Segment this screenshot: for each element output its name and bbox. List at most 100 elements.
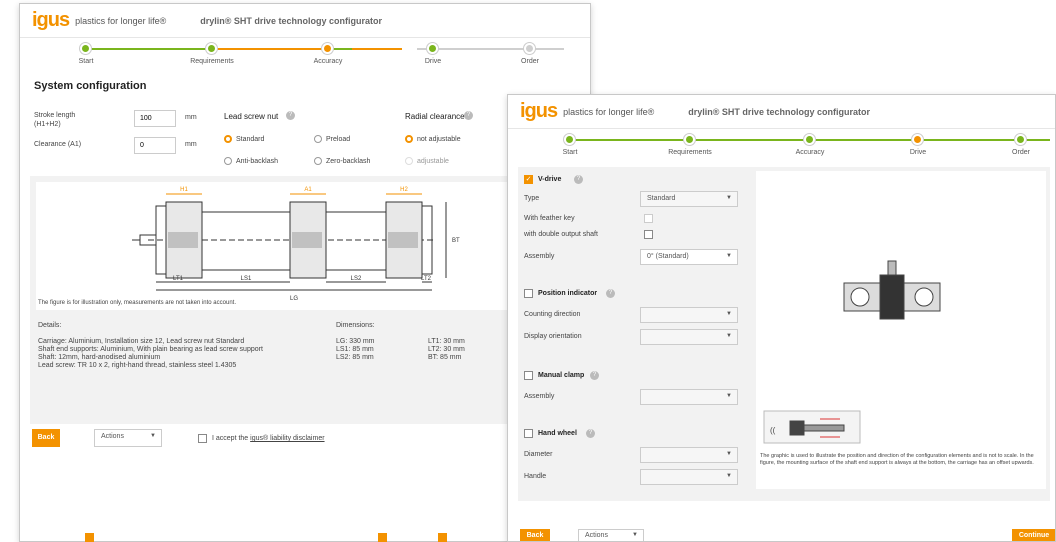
- configurator-window-system: igus plastics for longer life® drylin® S…: [19, 3, 591, 542]
- radio-anti-backlash[interactable]: [224, 157, 232, 165]
- option-anti-backlash[interactable]: Anti-backlash: [236, 158, 278, 165]
- clearance-input[interactable]: [134, 137, 176, 154]
- dim-lt1: LT1: 30 mm: [428, 338, 465, 345]
- radial-label: Radial clearance: [405, 112, 465, 121]
- step-requirements[interactable]: Requirements: [190, 58, 234, 65]
- assembly-value: 0° (Standard): [647, 253, 689, 260]
- diameter-label: Diameter: [524, 451, 553, 458]
- system-drawing: H1 A1 H2 LT1 LS1 LS2 LT2 LG BT: [132, 187, 460, 302]
- help-icon[interactable]: ?: [586, 429, 595, 438]
- label-ls2: LS2: [351, 276, 362, 282]
- clamp-assembly-select[interactable]: ▼: [640, 389, 738, 405]
- feather-key-checkbox[interactable]: [644, 214, 653, 223]
- step-dot-drive[interactable]: [427, 43, 438, 54]
- help-icon[interactable]: ?: [574, 175, 583, 184]
- stroke-input[interactable]: [134, 110, 176, 127]
- step-order[interactable]: Order: [521, 58, 539, 65]
- option-adjustable[interactable]: adjustable: [417, 158, 449, 165]
- dim-bt: BT: 85 mm: [428, 354, 462, 361]
- display-label: Display orientation: [524, 333, 582, 340]
- option-zero-backlash[interactable]: Zero-backlash: [326, 158, 370, 165]
- handle-select[interactable]: ▼: [640, 469, 738, 485]
- chevron-down-icon: ▼: [726, 195, 732, 201]
- type-value: Standard: [647, 195, 676, 202]
- help-icon[interactable]: ?: [606, 289, 615, 298]
- marker: [438, 533, 447, 542]
- page-title: System configuration: [34, 80, 147, 92]
- step-dot-accuracy[interactable]: [804, 134, 815, 145]
- step-accuracy[interactable]: Accuracy: [314, 58, 343, 65]
- vdrive-checkbox[interactable]: ✓: [524, 175, 533, 184]
- dimensions-label: Dimensions:: [336, 322, 375, 329]
- detail-lead-screw: Lead screw: TR 10 x 2, right-hand thread…: [38, 362, 237, 369]
- clearance-label: Clearance (A1): [34, 141, 82, 148]
- step-dot-order[interactable]: [524, 43, 535, 54]
- hand-wheel-checkbox[interactable]: [524, 429, 533, 438]
- step-order[interactable]: Order: [1012, 149, 1030, 156]
- option-standard[interactable]: Standard: [236, 136, 264, 143]
- accept-checkbox[interactable]: [198, 434, 207, 443]
- stroke-label: Stroke length: [34, 112, 76, 119]
- tagline: plastics for longer life®: [75, 15, 167, 26]
- step-dot-order[interactable]: [1015, 134, 1026, 145]
- radio-adjustable[interactable]: [405, 157, 413, 165]
- counting-select[interactable]: ▼: [640, 307, 738, 323]
- actions-dropdown[interactable]: Actions ▼: [94, 429, 162, 447]
- back-button[interactable]: Back: [32, 429, 60, 447]
- counting-label: Counting direction: [524, 311, 581, 318]
- step-dot-accuracy[interactable]: [322, 43, 333, 54]
- step-accuracy[interactable]: Accuracy: [796, 149, 825, 156]
- igus-logo: igus: [520, 100, 558, 122]
- detail-shaft-end: Shaft end supports: Aluminium, With plai…: [38, 346, 263, 353]
- clearance-unit: mm: [185, 141, 197, 148]
- step-start[interactable]: Start: [79, 58, 94, 65]
- position-indicator-label: Position indicator: [538, 290, 598, 297]
- disclaimer-link[interactable]: igus® liability disclaimer: [250, 435, 324, 442]
- radio-preload[interactable]: [314, 135, 322, 143]
- step-dot-start[interactable]: [80, 43, 91, 54]
- continue-button[interactable]: Continue: [1012, 529, 1055, 541]
- step-drive[interactable]: Drive: [910, 149, 926, 156]
- radio-not-adjustable[interactable]: [405, 135, 413, 143]
- help-icon[interactable]: ?: [286, 111, 295, 120]
- tagline: plastics for longer life®: [563, 106, 655, 117]
- progress-steps: Start Requirements Accuracy Drive Order: [32, 38, 578, 72]
- dim-ls2: LS2: 85 mm: [336, 354, 374, 361]
- step-start[interactable]: Start: [563, 149, 578, 156]
- step-dot-requirements[interactable]: [684, 134, 695, 145]
- dim-lt2: LT2: 30 mm: [428, 346, 465, 353]
- manual-clamp-checkbox[interactable]: [524, 371, 533, 380]
- manual-clamp-label: Manual clamp: [538, 372, 585, 379]
- diameter-select[interactable]: ▼: [640, 447, 738, 463]
- app-title: drylin® SHT drive technology configurato…: [688, 106, 870, 117]
- step-dot-start[interactable]: [564, 134, 575, 145]
- actions-dropdown[interactable]: Actions ▼: [578, 529, 644, 541]
- feather-key-label: With feather key: [524, 215, 575, 222]
- assembly-select[interactable]: 0° (Standard) ▼: [640, 249, 738, 265]
- double-shaft-checkbox[interactable]: [644, 230, 653, 239]
- back-button[interactable]: Back: [520, 529, 550, 541]
- position-indicator-checkbox[interactable]: [524, 289, 533, 298]
- option-not-adjustable[interactable]: not adjustable: [417, 136, 461, 143]
- step-requirements[interactable]: Requirements: [668, 149, 712, 156]
- app-title: drylin® SHT drive technology configurato…: [200, 15, 382, 26]
- chevron-down-icon: ▼: [726, 311, 732, 317]
- technical-drawing: H1 A1 H2 LT1 LS1 LS2 LT2 LG BT: [36, 182, 540, 310]
- type-select[interactable]: Standard ▼: [640, 191, 738, 207]
- display-select[interactable]: ▼: [640, 329, 738, 345]
- svg-text:((: ((: [770, 426, 776, 435]
- preview-panel: (( The graphic is used to illustrate the…: [756, 171, 1046, 489]
- radio-zero-backlash[interactable]: [314, 157, 322, 165]
- step-dot-requirements[interactable]: [206, 43, 217, 54]
- help-icon[interactable]: ?: [590, 371, 599, 380]
- step-dot-drive[interactable]: [912, 134, 923, 145]
- radio-standard[interactable]: [224, 135, 232, 143]
- clamp-assembly-label: Assembly: [524, 393, 555, 400]
- step-drive[interactable]: Drive: [425, 58, 441, 65]
- drive-panel: ✓ V-drive ? Type Standard ▼ With feather …: [518, 167, 1050, 501]
- option-preload[interactable]: Preload: [326, 136, 350, 143]
- chevron-down-icon: ▼: [726, 253, 732, 259]
- chevron-down-icon: ▼: [726, 473, 732, 479]
- help-icon[interactable]: ?: [464, 111, 473, 120]
- chevron-down-icon: ▼: [632, 532, 638, 538]
